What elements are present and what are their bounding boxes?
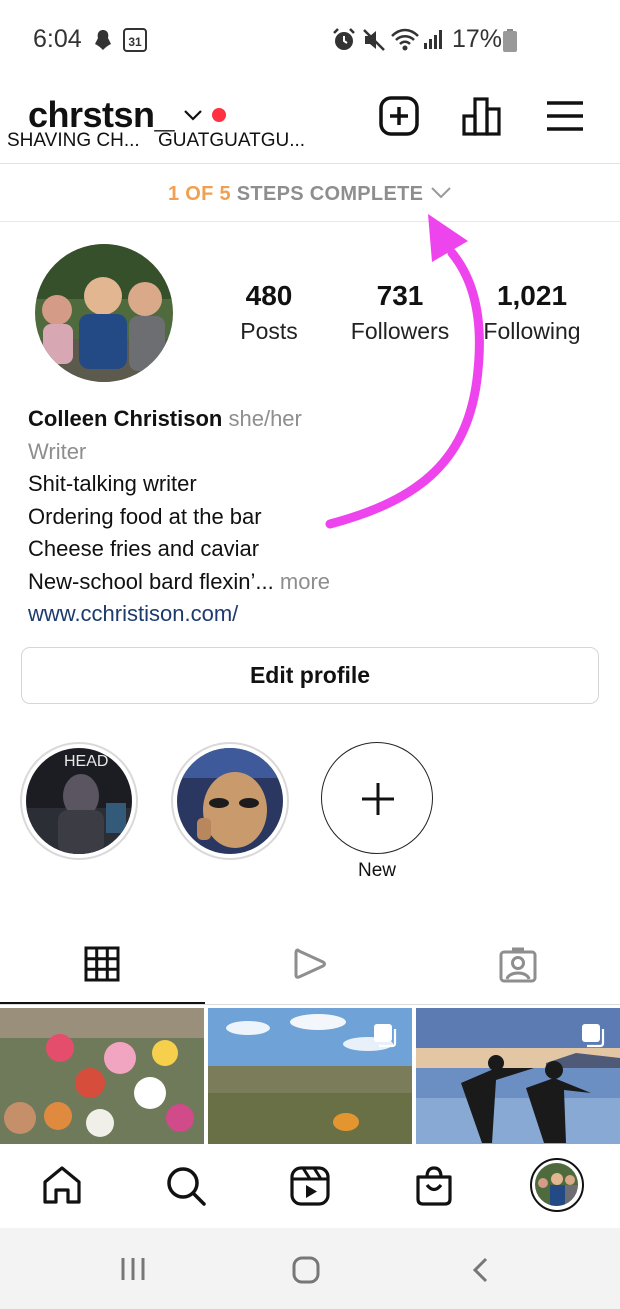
- profile-bio: Colleen Christison she/her Writer Shit-t…: [28, 403, 598, 631]
- display-name: Colleen Christison: [28, 406, 223, 431]
- bio-line-2: Ordering food at the bar: [28, 503, 262, 529]
- highlight-ring: HEAD: [20, 742, 138, 860]
- insights-icon[interactable]: [460, 94, 504, 138]
- active-tab-indicator: [0, 1002, 205, 1004]
- menu-icon[interactable]: [543, 94, 587, 138]
- tagged-icon[interactable]: [498, 946, 538, 984]
- signal-icon: [424, 30, 442, 49]
- battery-icon: [503, 29, 517, 52]
- alarm-icon: [333, 28, 355, 50]
- bio-line-1: Shit-talking writer: [28, 471, 197, 496]
- post-thumbnail[interactable]: [208, 1008, 412, 1144]
- website-link[interactable]: www.cchristison.com/: [28, 598, 598, 631]
- steps-label: STEPS COMPLETE: [236, 183, 424, 205]
- wifi-icon: [391, 28, 419, 51]
- status-bar: 6:04 31 17%: [0, 0, 620, 82]
- highlight-item[interactable]: [171, 742, 289, 860]
- mute-icon: [363, 29, 385, 51]
- svg-text:HEAD: HEAD: [64, 753, 108, 770]
- followers-label: Followers: [350, 318, 450, 344]
- highlight-label: GUATGUATGU...: [158, 130, 306, 151]
- steps-progress-banner[interactable]: 1 OF 5 STEPS COMPLETE: [0, 164, 620, 222]
- reels-tab-icon[interactable]: [292, 946, 328, 982]
- home-icon[interactable]: [41, 1164, 83, 1206]
- edit-profile-button[interactable]: Edit profile: [21, 647, 599, 704]
- recent-apps-icon[interactable]: [118, 1256, 148, 1282]
- followers-count: 731: [376, 280, 424, 311]
- system-navigation-bar: [0, 1228, 620, 1309]
- highlight-label: SHAVING CH...: [7, 130, 140, 151]
- name-line: Colleen Christison she/her: [28, 403, 598, 436]
- steps-text: 1 OF 5 STEPS COMPLETE: [168, 183, 423, 206]
- posts-count: 480: [245, 280, 293, 311]
- multi-photo-icon: [374, 1024, 397, 1048]
- profile-tabs: [0, 930, 620, 1005]
- following-label: Following: [483, 318, 581, 344]
- home-button-icon[interactable]: [292, 1256, 320, 1284]
- profile-avatar[interactable]: [35, 244, 173, 382]
- highlight-cover: HEAD: [26, 748, 132, 854]
- multi-photo-icon: [582, 1024, 605, 1048]
- bio-line-3: Cheese fries and caviar: [28, 536, 260, 561]
- bio-line-4: New-school bard flexin’... more: [28, 568, 331, 594]
- following-count: 1,021: [496, 280, 568, 311]
- new-post-icon[interactable]: [377, 94, 421, 138]
- posts-label: Posts: [240, 318, 298, 344]
- svg-text:31: 31: [128, 35, 142, 49]
- profile-avatar[interactable]: [530, 1158, 584, 1212]
- calendar-icon: 31: [123, 28, 147, 52]
- pronouns: she/her: [228, 406, 302, 431]
- highlight-item[interactable]: HEAD: [20, 742, 138, 860]
- status-time: 6:04: [33, 25, 82, 53]
- shop-icon[interactable]: [413, 1164, 455, 1208]
- post-thumbnail[interactable]: [0, 1008, 204, 1144]
- search-icon[interactable]: [164, 1164, 208, 1208]
- post-thumbnail[interactable]: [416, 1008, 620, 1144]
- steps-count: 1 OF 5: [168, 183, 231, 205]
- highlight-ring: [171, 742, 289, 860]
- reels-icon[interactable]: [288, 1164, 332, 1208]
- new-highlight-label: New: [357, 860, 396, 881]
- chevron-down-icon[interactable]: [182, 108, 204, 122]
- stat-following[interactable]: 1,021 Following: [476, 280, 588, 345]
- plus-icon: [362, 783, 394, 815]
- battery-percent: 17%: [452, 25, 503, 53]
- notification-dot: [212, 108, 226, 122]
- new-highlight-button[interactable]: [321, 742, 433, 854]
- bottom-navigation: [0, 1144, 620, 1228]
- stat-followers[interactable]: 731 Followers: [343, 280, 457, 345]
- highlight-cover: [177, 748, 283, 854]
- notification-app-icon: [95, 30, 111, 50]
- back-icon[interactable]: [470, 1256, 490, 1284]
- chevron-down-icon[interactable]: [430, 186, 452, 200]
- more-link[interactable]: more: [280, 569, 330, 594]
- stat-posts[interactable]: 480 Posts: [230, 280, 308, 345]
- category-label: Writer: [28, 438, 87, 464]
- grid-icon[interactable]: [84, 946, 120, 982]
